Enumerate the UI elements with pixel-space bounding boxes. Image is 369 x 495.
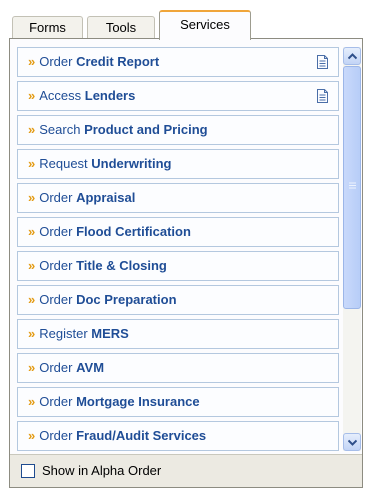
chevron-right-icon: » bbox=[28, 292, 36, 307]
service-item[interactable]: » Order Mortgage Insurance bbox=[17, 387, 339, 417]
chevron-right-icon: » bbox=[28, 360, 36, 375]
service-verb: Order bbox=[39, 258, 73, 273]
chevron-right-icon: » bbox=[28, 394, 36, 409]
footer-bar: Show in Alpha Order bbox=[10, 454, 362, 487]
chevron-up-icon bbox=[348, 53, 357, 60]
grip-icon bbox=[349, 182, 356, 189]
tab-services[interactable]: Services bbox=[159, 10, 251, 40]
service-item[interactable]: » Request Underwriting bbox=[17, 149, 339, 179]
tab-tools[interactable]: Tools bbox=[87, 16, 155, 39]
service-item[interactable]: » Order Credit Report bbox=[17, 47, 339, 77]
service-name: AVM bbox=[76, 360, 105, 375]
service-verb: Register bbox=[39, 326, 88, 341]
service-verb: Order bbox=[39, 360, 73, 375]
service-name: Mortgage Insurance bbox=[76, 394, 200, 409]
chevron-right-icon: » bbox=[28, 122, 36, 137]
service-verb: Order bbox=[39, 428, 73, 443]
service-verb: Order bbox=[39, 224, 73, 239]
service-name: Lenders bbox=[84, 88, 136, 103]
scroll-down-button[interactable] bbox=[343, 433, 361, 451]
service-name: Fraud/Audit Services bbox=[76, 428, 207, 443]
service-name: MERS bbox=[91, 326, 129, 341]
service-name: Doc Preparation bbox=[76, 292, 177, 307]
chevron-right-icon: » bbox=[28, 190, 36, 205]
service-name: Credit Report bbox=[76, 54, 160, 69]
service-item[interactable]: » Order Title & Closing bbox=[17, 251, 339, 281]
service-item[interactable]: » Search Product and Pricing bbox=[17, 115, 339, 145]
service-verb: Request bbox=[39, 156, 88, 171]
service-verb: Order bbox=[39, 54, 73, 69]
chevron-right-icon: » bbox=[28, 326, 36, 341]
service-name: Title & Closing bbox=[76, 258, 167, 273]
service-item[interactable]: » Order Appraisal bbox=[17, 183, 339, 213]
service-item[interactable]: » Access Lenders bbox=[17, 81, 339, 111]
service-item[interactable]: » Order Fraud/Audit Services bbox=[17, 421, 339, 451]
service-item[interactable]: » Order Flood Certification bbox=[17, 217, 339, 247]
services-panel: » Order Credit Report» Access Lenders» Sear… bbox=[9, 38, 363, 488]
service-name: Product and Pricing bbox=[84, 122, 208, 137]
document-icon[interactable] bbox=[317, 89, 328, 103]
chevron-right-icon: » bbox=[28, 156, 36, 171]
tab-bar: Forms Tools Services bbox=[12, 10, 362, 40]
scroll-thumb[interactable] bbox=[343, 66, 361, 309]
service-item[interactable]: » Register MERS bbox=[17, 319, 339, 349]
service-name: Underwriting bbox=[91, 156, 172, 171]
scroll-up-button[interactable] bbox=[343, 47, 361, 65]
chevron-down-icon bbox=[348, 439, 357, 446]
service-verb: Access bbox=[39, 88, 82, 103]
tab-forms[interactable]: Forms bbox=[12, 16, 83, 39]
service-verb: Search bbox=[39, 122, 81, 137]
services-list: » Order Credit Report» Access Lenders» Sear… bbox=[17, 47, 339, 455]
service-name: Flood Certification bbox=[76, 224, 191, 239]
chevron-right-icon: » bbox=[28, 88, 36, 103]
document-icon[interactable] bbox=[317, 55, 328, 69]
chevron-right-icon: » bbox=[28, 258, 36, 273]
service-verb: Order bbox=[39, 190, 73, 205]
service-item[interactable]: » Order AVM bbox=[17, 353, 339, 383]
chevron-right-icon: » bbox=[28, 54, 36, 69]
service-item[interactable]: » Order Doc Preparation bbox=[17, 285, 339, 315]
service-verb: Order bbox=[39, 394, 73, 409]
alpha-order-label: Show in Alpha Order bbox=[42, 463, 162, 478]
chevron-right-icon: » bbox=[28, 428, 36, 443]
alpha-order-checkbox[interactable] bbox=[21, 464, 35, 478]
vertical-scrollbar[interactable] bbox=[343, 47, 361, 451]
service-name: Appraisal bbox=[76, 190, 136, 205]
service-verb: Order bbox=[39, 292, 73, 307]
chevron-right-icon: » bbox=[28, 224, 36, 239]
